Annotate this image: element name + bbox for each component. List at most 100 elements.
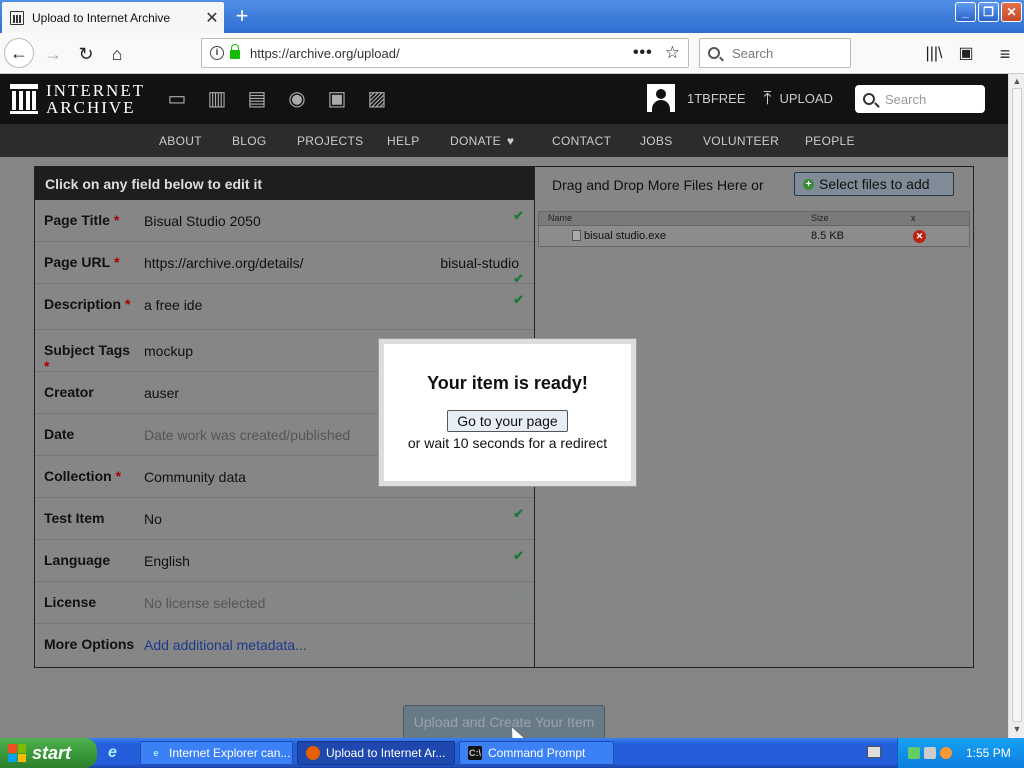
- taskbar-item-cmd[interactable]: C:\ Command Prompt: [459, 741, 614, 765]
- network-icon[interactable]: [908, 747, 920, 759]
- page-scrollbar[interactable]: ▲ ▼: [1008, 74, 1024, 738]
- minimize-button[interactable]: _: [955, 2, 976, 22]
- close-window-button[interactable]: ✕: [1001, 2, 1022, 22]
- windows-taskbar: start e e Internet Explorer can... Uploa…: [0, 738, 1024, 768]
- nav-contact[interactable]: CONTACT: [552, 134, 611, 148]
- check-icon: ✔: [513, 548, 524, 563]
- media-type-icons: ▭ ▥ ▤ ◉ ▣ ▨: [164, 87, 390, 111]
- nav-blog[interactable]: BLOG: [232, 134, 267, 148]
- web-icon[interactable]: ▭: [164, 87, 190, 111]
- maximize-button[interactable]: ❐: [978, 2, 999, 22]
- page-actions-button[interactable]: •••: [633, 44, 653, 62]
- remove-file-icon[interactable]: ✕: [913, 230, 926, 243]
- field-label: Collection: [44, 468, 112, 484]
- nav-volunteer[interactable]: VOLUNTEER: [703, 134, 779, 148]
- upload-link[interactable]: ⤒ UPLOAD: [764, 88, 833, 109]
- nav-jobs[interactable]: JOBS: [640, 134, 673, 148]
- upload-create-item-button[interactable]: Upload and Create Your Item: [403, 705, 605, 738]
- field-value[interactable]: a free ide: [144, 297, 202, 313]
- bookmark-star-icon[interactable]: ☆: [665, 43, 680, 63]
- security-icon[interactable]: [940, 747, 952, 759]
- sidebar-icon[interactable]: ▣: [953, 41, 979, 67]
- start-button[interactable]: start: [0, 738, 97, 768]
- field-value[interactable]: Community data: [144, 469, 246, 485]
- field-more-options[interactable]: More Options Add additional metadata...: [35, 624, 534, 666]
- nav-donate[interactable]: DONATE ♥: [450, 134, 514, 148]
- site-info-icon[interactable]: i: [210, 46, 224, 60]
- scroll-thumb[interactable]: [1012, 88, 1022, 722]
- dialog-title: Your item is ready!: [427, 373, 588, 393]
- check-icon: ✔: [513, 506, 524, 521]
- url-text[interactable]: https://archive.org/upload/: [250, 46, 633, 61]
- software-icon[interactable]: ▣: [324, 87, 350, 111]
- avatar[interactable]: [647, 84, 675, 112]
- texts-icon[interactable]: ▥: [204, 87, 230, 111]
- task-label: Internet Explorer can...: [169, 746, 291, 760]
- volume-icon[interactable]: [924, 747, 936, 759]
- field-page-title[interactable]: Page Title * Bisual Studio 2050 ✔: [35, 200, 534, 242]
- column-name: Name: [548, 213, 573, 223]
- logo-line-1: INTERNET: [46, 81, 146, 100]
- field-test-item[interactable]: Test Item No ✔: [35, 498, 534, 540]
- nav-about[interactable]: ABOUT: [159, 134, 202, 148]
- task-label: Upload to Internet Ar...: [326, 746, 446, 760]
- field-value[interactable]: auser: [144, 385, 179, 401]
- field-description[interactable]: Description * a free ide ✔: [35, 284, 534, 330]
- taskbar-item-ie[interactable]: e Internet Explorer can...: [140, 741, 293, 765]
- keyboard-icon[interactable]: [867, 746, 881, 758]
- file-row[interactable]: bisual studio.exe 8.5 KB ✕: [539, 226, 969, 246]
- field-label: Page URL: [44, 254, 111, 270]
- ia-logo[interactable]: INTERNET ARCHIVE: [10, 82, 145, 116]
- field-value[interactable]: Bisual Studio 2050: [144, 213, 261, 229]
- required-mark: *: [113, 212, 120, 228]
- nav-projects[interactable]: PROJECTS: [297, 134, 363, 148]
- browser-tab[interactable]: Upload to Internet Archive ✕: [2, 2, 224, 33]
- column-size: Size: [811, 213, 829, 223]
- user-name[interactable]: 1TBFREE: [687, 91, 746, 106]
- field-value[interactable]: Date work was created/published: [144, 427, 350, 443]
- tab-close-icon[interactable]: ✕: [200, 8, 224, 28]
- audio-icon[interactable]: ◉: [284, 87, 310, 111]
- windows-flag-icon: [8, 744, 26, 762]
- ie-quicklaunch-icon[interactable]: e: [108, 744, 117, 762]
- ia-search-placeholder: Search: [885, 91, 927, 107]
- required-mark: *: [115, 468, 122, 484]
- field-label: Creator: [44, 384, 94, 400]
- field-value[interactable]: English: [144, 553, 190, 569]
- browser-search-input[interactable]: Search: [699, 38, 851, 68]
- images-icon[interactable]: ▨: [364, 87, 390, 111]
- go-to-page-button[interactable]: Go to your page: [447, 410, 568, 432]
- field-language[interactable]: Language English ✔: [35, 540, 534, 582]
- ia-search-input[interactable]: Search: [855, 85, 985, 113]
- reload-button[interactable]: ↻: [73, 41, 99, 67]
- field-value[interactable]: No license selected: [144, 595, 265, 611]
- video-icon[interactable]: ▤: [244, 87, 270, 111]
- field-page-url[interactable]: Page URL * https://archive.org/details/ b…: [35, 242, 534, 286]
- field-value[interactable]: No: [144, 511, 162, 527]
- library-icon[interactable]: |||\: [921, 41, 947, 67]
- select-files-button[interactable]: + Select files to add: [794, 172, 954, 196]
- nav-help[interactable]: HELP: [387, 134, 420, 148]
- field-value[interactable]: mockup: [144, 343, 193, 359]
- menu-icon[interactable]: ≡: [992, 41, 1018, 67]
- forward-button[interactable]: →: [40, 41, 66, 67]
- field-label: Description: [44, 296, 122, 312]
- url-bar[interactable]: i https://archive.org/upload/ ••• ☆: [201, 38, 689, 68]
- drag-drop-text: Drag and Drop More Files Here or: [552, 177, 764, 193]
- new-tab-button[interactable]: +: [230, 3, 254, 29]
- field-label: Date: [44, 426, 75, 442]
- file-size: 8.5 KB: [811, 230, 845, 242]
- taskbar-item-firefox[interactable]: Upload to Internet Ar...: [297, 741, 455, 765]
- scroll-down-icon[interactable]: ▼: [1011, 724, 1023, 736]
- url-identifier[interactable]: bisual-studio: [440, 255, 519, 271]
- tab-title: Upload to Internet Archive: [32, 10, 171, 25]
- nav-people[interactable]: PEOPLE: [805, 134, 855, 148]
- scroll-up-icon[interactable]: ▲: [1011, 76, 1023, 88]
- heart-icon: ♥: [506, 134, 515, 148]
- user-area: 1TBFREE ⤒ UPLOAD: [647, 84, 833, 112]
- back-button[interactable]: ←: [4, 38, 34, 68]
- field-license[interactable]: License No license selected ✔: [35, 582, 534, 624]
- home-button[interactable]: ⌂: [104, 41, 130, 67]
- add-metadata-link[interactable]: Add additional metadata...: [144, 637, 307, 653]
- add-icon: +: [803, 178, 814, 190]
